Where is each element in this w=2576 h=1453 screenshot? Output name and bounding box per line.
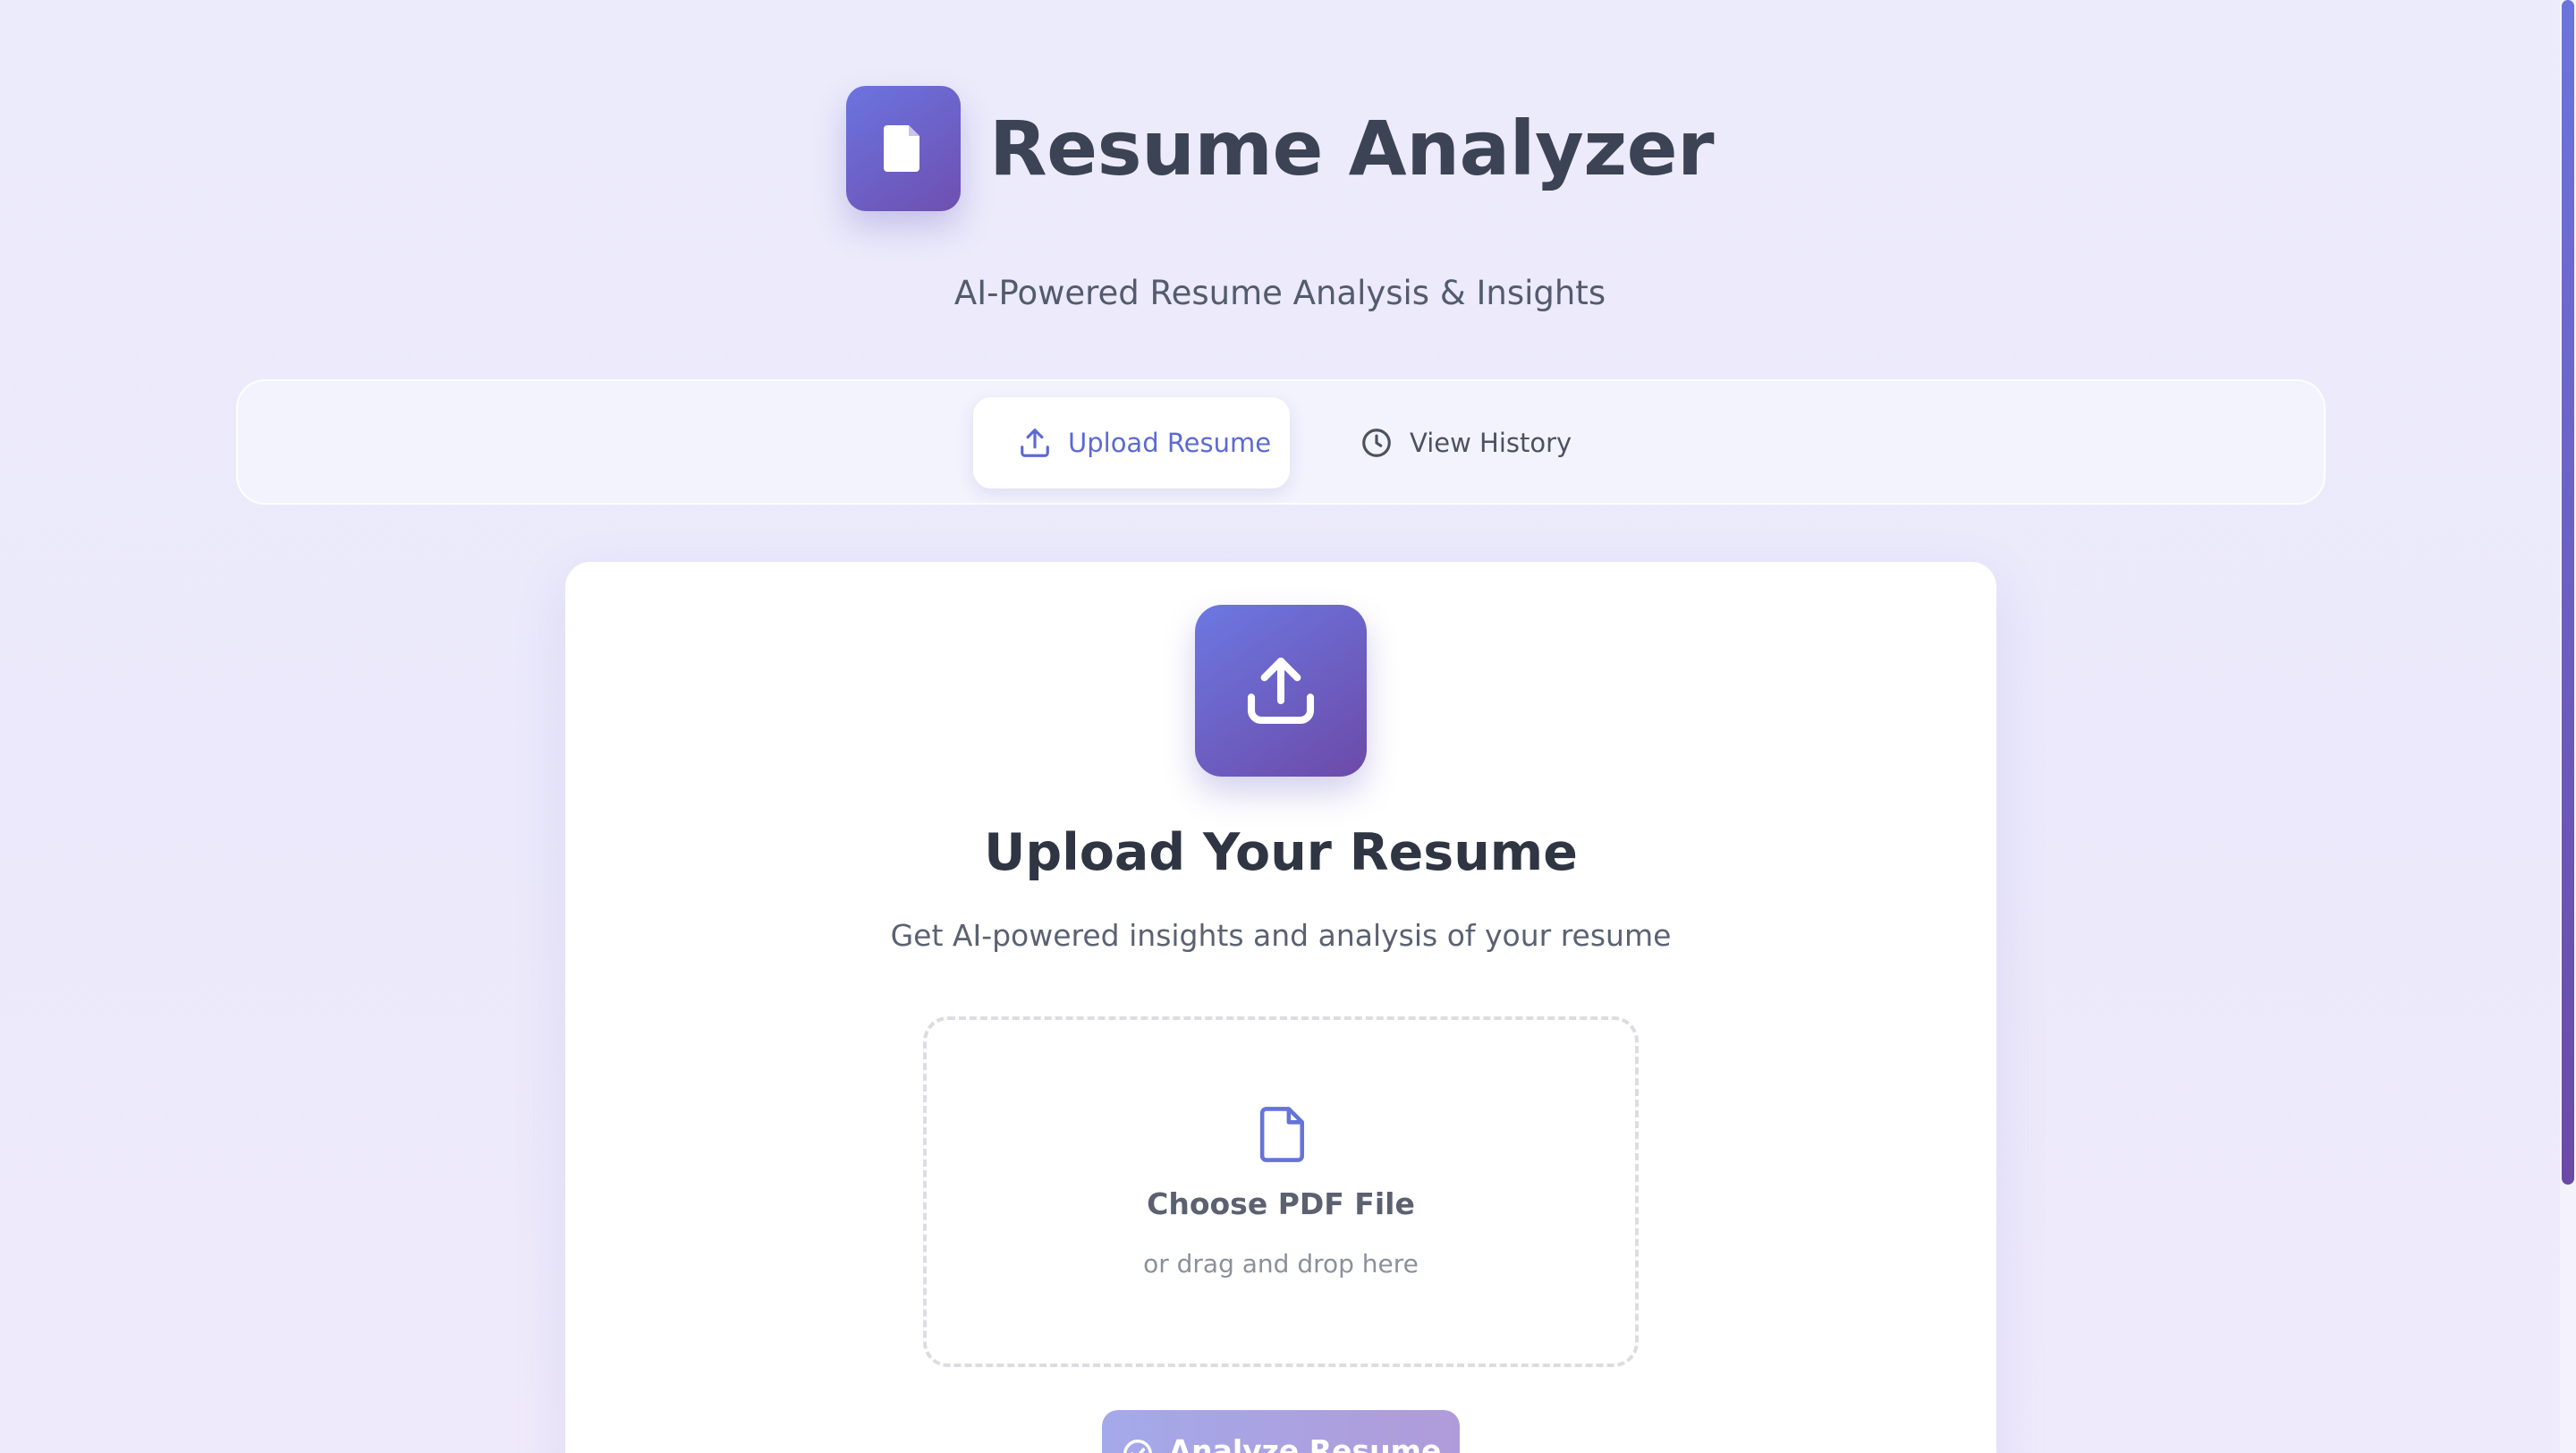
file-dropzone[interactable]: Choose PDF File or drag and drop here — [923, 1016, 1639, 1367]
tab-view-history[interactable]: View History — [1360, 397, 1601, 489]
analyze-button-label: Analyze Resume — [1168, 1433, 1442, 1453]
tab-bar: Upload Resume View History — [236, 379, 2326, 505]
upload-icon — [1247, 657, 1315, 725]
tab-upload-label: Upload Resume — [1068, 428, 1272, 458]
upload-icon — [1021, 429, 1049, 457]
analyze-resume-button[interactable]: Analyze Resume — [1102, 1410, 1460, 1453]
tab-upload-resume[interactable]: Upload Resume — [973, 397, 1290, 489]
scrollbar-thumb[interactable] — [2562, 0, 2574, 1185]
upload-card-title: Upload Your Resume — [984, 823, 1578, 882]
dropzone-title: Choose PDF File — [1147, 1186, 1415, 1221]
check-circle-icon — [1123, 1440, 1152, 1453]
file-icon — [1259, 1107, 1304, 1162]
app-title: Resume Analyzer — [988, 105, 1715, 192]
upload-card-description: Get AI-powered insights and analysis of … — [890, 918, 1672, 953]
upload-card: Upload Your Resume Get AI-powered insigh… — [565, 562, 1996, 1453]
dropzone-subtitle: or drag and drop here — [1143, 1249, 1419, 1279]
document-icon — [883, 125, 919, 172]
upload-card-icon — [1195, 605, 1367, 777]
tab-history-label: View History — [1410, 428, 1572, 458]
brand-header: Resume Analyzer — [0, 86, 2560, 211]
scrollbar-track[interactable] — [2560, 0, 2576, 1453]
app-page: Resume Analyzer AI-Powered Resume Analys… — [0, 0, 2576, 1453]
app-subtitle: AI-Powered Resume Analysis & Insights — [953, 274, 1606, 312]
logo — [845, 86, 961, 211]
clock-icon — [1362, 429, 1391, 457]
